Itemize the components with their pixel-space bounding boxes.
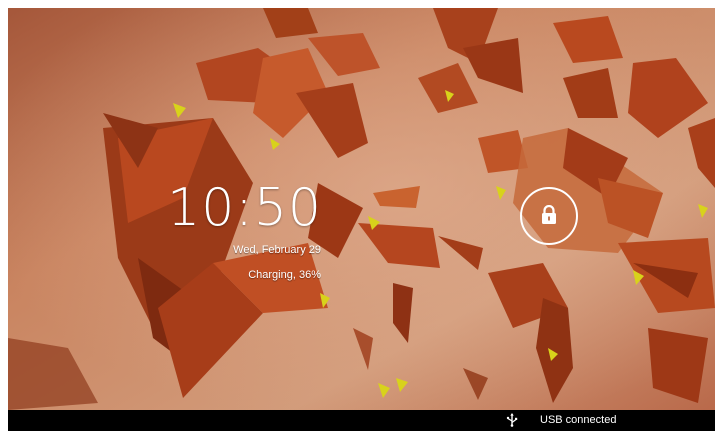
padlock-icon bbox=[542, 205, 556, 224]
usb-icon bbox=[506, 413, 518, 427]
lockscreen-clock-area: 10:50 Wed, February 29 Charging, 36% bbox=[8, 8, 715, 410]
charging-status: Charging, 36% bbox=[248, 269, 321, 281]
clock-time: 10:50 bbox=[167, 178, 322, 238]
unlock-button[interactable] bbox=[520, 187, 578, 245]
clock-date: Wed, February 29 bbox=[233, 244, 321, 256]
usb-connected-notification[interactable]: USB connected bbox=[540, 414, 616, 426]
system-status-bar: USB connected bbox=[8, 410, 715, 431]
tablet-screen: 10:50 Wed, February 29 Charging, 36% USB… bbox=[8, 8, 715, 431]
